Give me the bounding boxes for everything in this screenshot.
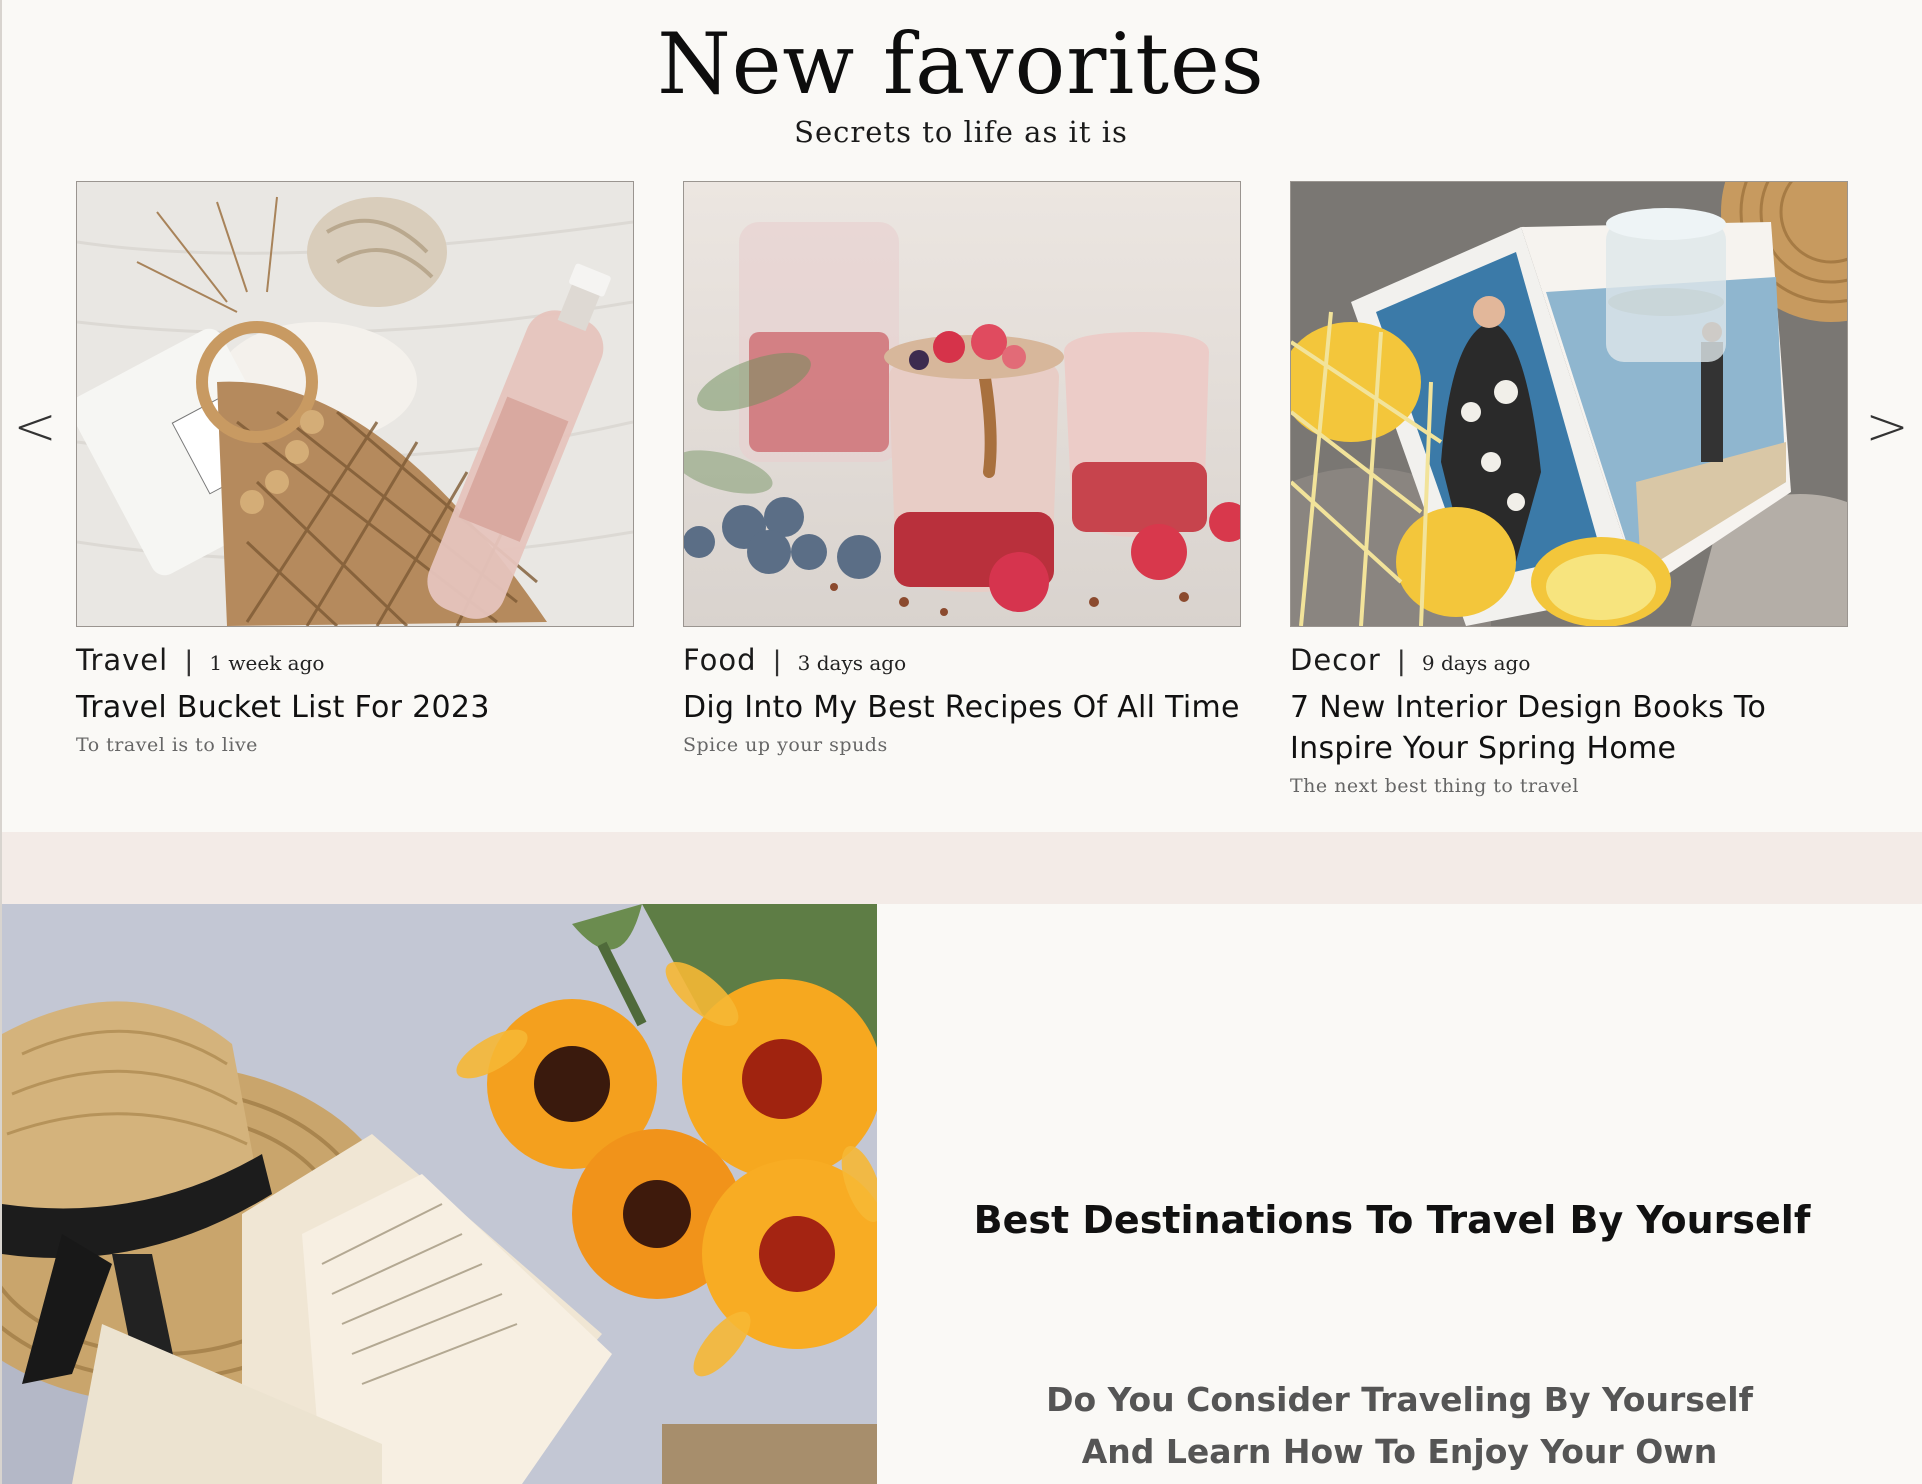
- post-title[interactable]: Dig Into My Best Recipes Of All Time: [683, 687, 1241, 728]
- post-image-travel[interactable]: [76, 181, 634, 627]
- section-subtitle: Secrets to life as it is: [794, 115, 1128, 149]
- feature-image[interactable]: [2, 904, 877, 1484]
- section-header: New favorites Secrets to life as it is: [0, 22, 1922, 147]
- post-time: 9 days ago: [1421, 651, 1531, 675]
- post-meta: Travel | 1 week ago: [76, 643, 634, 677]
- post-card-food[interactable]: Food | 3 days ago Dig Into My Best Recip…: [683, 181, 1241, 756]
- post-image-decor[interactable]: [1290, 181, 1848, 627]
- post-subtitle: To travel is to live: [76, 734, 258, 756]
- post-title[interactable]: 7 New Interior Design Books To Inspire Y…: [1290, 687, 1848, 769]
- feature-text-panel: Best Destinations To Travel By Yourself …: [877, 904, 1922, 1484]
- post-time: 1 week ago: [209, 651, 325, 675]
- post-category[interactable]: Travel: [76, 643, 168, 677]
- feature-description-line: Do You Consider Traveling By Yourself: [1046, 1380, 1753, 1419]
- post-card-travel[interactable]: Travel | 1 week ago Travel Bucket List F…: [76, 181, 634, 756]
- post-subtitle: Spice up your spuds: [683, 734, 888, 756]
- meta-separator: |: [1396, 646, 1406, 677]
- section-divider-band: [2, 832, 1922, 904]
- section-title: New favorites: [657, 15, 1265, 113]
- post-card-decor[interactable]: Decor | 9 days ago 7 New Interior Design…: [1290, 181, 1848, 797]
- feature-description-line: And Learn How To Enjoy Your Own: [1081, 1432, 1718, 1471]
- post-category[interactable]: Decor: [1290, 643, 1381, 677]
- post-subtitle: The next best thing to travel: [1290, 775, 1579, 797]
- post-category[interactable]: Food: [683, 643, 757, 677]
- post-meta: Food | 3 days ago: [683, 643, 1241, 677]
- carousel-prev-button[interactable]: <: [10, 397, 60, 457]
- post-image-food[interactable]: [683, 181, 1241, 627]
- chevron-left-icon: <: [13, 397, 57, 457]
- feature-description: Do You Consider Traveling By Yourself An…: [877, 1374, 1922, 1478]
- meta-separator: |: [184, 646, 194, 677]
- meta-separator: |: [772, 646, 782, 677]
- carousel-next-button[interactable]: >: [1862, 397, 1912, 457]
- post-meta: Decor | 9 days ago: [1290, 643, 1848, 677]
- post-time: 3 days ago: [797, 651, 907, 675]
- post-title[interactable]: Travel Bucket List For 2023: [76, 687, 634, 728]
- feature-title[interactable]: Best Destinations To Travel By Yourself: [877, 1198, 1907, 1242]
- chevron-right-icon: >: [1865, 397, 1909, 457]
